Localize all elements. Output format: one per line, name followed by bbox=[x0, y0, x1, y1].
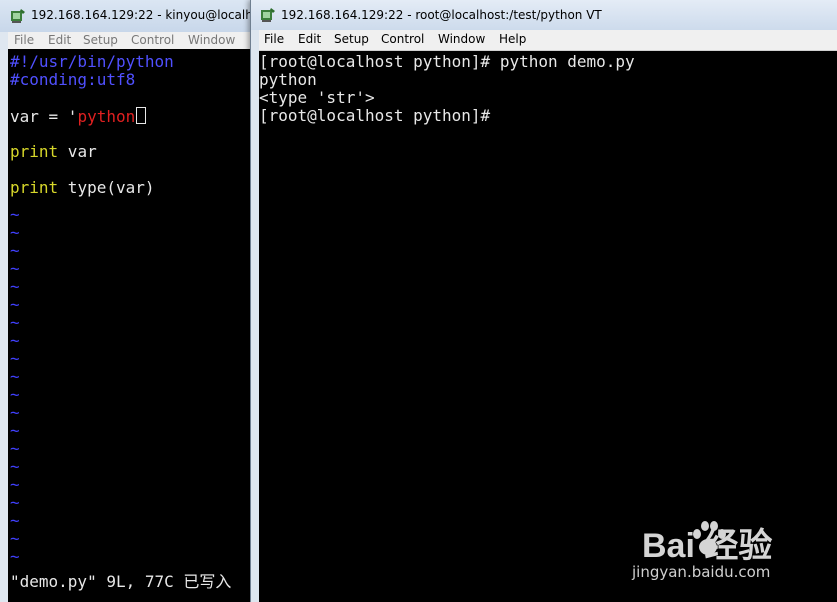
empty-line-tilde: ~ bbox=[10, 439, 20, 458]
empty-line-tilde: ~ bbox=[10, 457, 20, 476]
terminal-prompt-line: [root@localhost python]# bbox=[259, 106, 491, 125]
menu-control[interactable]: Control bbox=[131, 33, 174, 47]
empty-line-tilde: ~ bbox=[10, 331, 20, 350]
menu-edit[interactable]: Edit bbox=[298, 32, 321, 46]
empty-line-tilde: ~ bbox=[10, 259, 20, 278]
menu-window[interactable]: Window bbox=[188, 33, 235, 47]
empty-line-tilde: ~ bbox=[10, 367, 20, 386]
code-var-prefix: var = ' bbox=[10, 107, 78, 126]
empty-line-tilde: ~ bbox=[10, 493, 20, 512]
menu-control[interactable]: Control bbox=[381, 32, 424, 46]
vim-status-line: "demo.py" 9L, 77C 已写入 bbox=[10, 572, 232, 591]
code-line-shebang: #!/usr/bin/python bbox=[10, 52, 174, 71]
vim-terminal-window[interactable]: 192.168.164.129:22 - kinyou@localho File… bbox=[0, 0, 260, 602]
empty-line-tilde: ~ bbox=[10, 241, 20, 260]
menu-setup[interactable]: Setup bbox=[334, 32, 369, 46]
teraterm-icon bbox=[261, 8, 275, 22]
empty-line-tilde: ~ bbox=[10, 511, 20, 530]
menu-setup[interactable]: Setup bbox=[83, 33, 118, 47]
code-line-print-var: print var bbox=[10, 143, 97, 161]
terminal-line: python bbox=[259, 70, 317, 89]
window-title-bar[interactable]: 192.168.164.129:22 - kinyou@localho bbox=[0, 0, 260, 32]
empty-line-tilde: ~ bbox=[10, 475, 20, 494]
menu-help[interactable]: Help bbox=[499, 32, 526, 46]
code-print-arg: type(var) bbox=[58, 178, 155, 197]
menu-file[interactable]: File bbox=[14, 33, 34, 47]
watermark-url: jingyan.baidu.com bbox=[632, 563, 771, 581]
empty-line-tilde: ~ bbox=[10, 277, 20, 296]
code-line-coding: #conding:utf8 bbox=[10, 70, 136, 89]
empty-line-tilde: ~ bbox=[10, 421, 20, 440]
window-title: 192.168.164.129:22 - kinyou@localho bbox=[31, 8, 261, 22]
code-keyword-print: print bbox=[10, 142, 59, 161]
code-keyword-print: print bbox=[10, 178, 59, 197]
empty-line-tilde: ~ bbox=[10, 547, 20, 566]
menu-window[interactable]: Window bbox=[438, 32, 485, 46]
text-cursor bbox=[136, 107, 147, 124]
empty-line-tilde: ~ bbox=[10, 205, 20, 224]
menu-bar: File Edit Setup Control Window Help bbox=[259, 30, 837, 51]
empty-line-tilde: ~ bbox=[10, 385, 20, 404]
empty-line-tilde: ~ bbox=[10, 529, 20, 548]
empty-line-tilde: ~ bbox=[10, 295, 20, 314]
terminal-line: [root@localhost python]# python demo.py bbox=[259, 52, 635, 71]
code-line-var: var = 'python bbox=[10, 107, 147, 126]
menu-bar: File Edit Setup Control Window bbox=[8, 32, 256, 49]
terminal-line: <type 'str'> bbox=[259, 88, 375, 107]
vim-editor-screen[interactable]: #!/usr/bin/python #conding:utf8 var = 'p… bbox=[8, 49, 256, 602]
window-title-bar[interactable]: 192.168.164.129:22 - root@localhost:/tes… bbox=[251, 0, 837, 30]
empty-line-tilde: ~ bbox=[10, 223, 20, 242]
teraterm-icon bbox=[11, 9, 25, 23]
window-title: 192.168.164.129:22 - root@localhost:/tes… bbox=[281, 8, 602, 22]
empty-line-tilde: ~ bbox=[10, 313, 20, 332]
code-print-arg: var bbox=[58, 142, 97, 161]
menu-file[interactable]: File bbox=[264, 32, 284, 46]
empty-line-tilde: ~ bbox=[10, 403, 20, 422]
code-string-literal: python bbox=[77, 107, 136, 126]
empty-line-tilde: ~ bbox=[10, 349, 20, 368]
code-line-print-type: print type(var) bbox=[10, 179, 155, 197]
menu-edit[interactable]: Edit bbox=[48, 33, 71, 47]
